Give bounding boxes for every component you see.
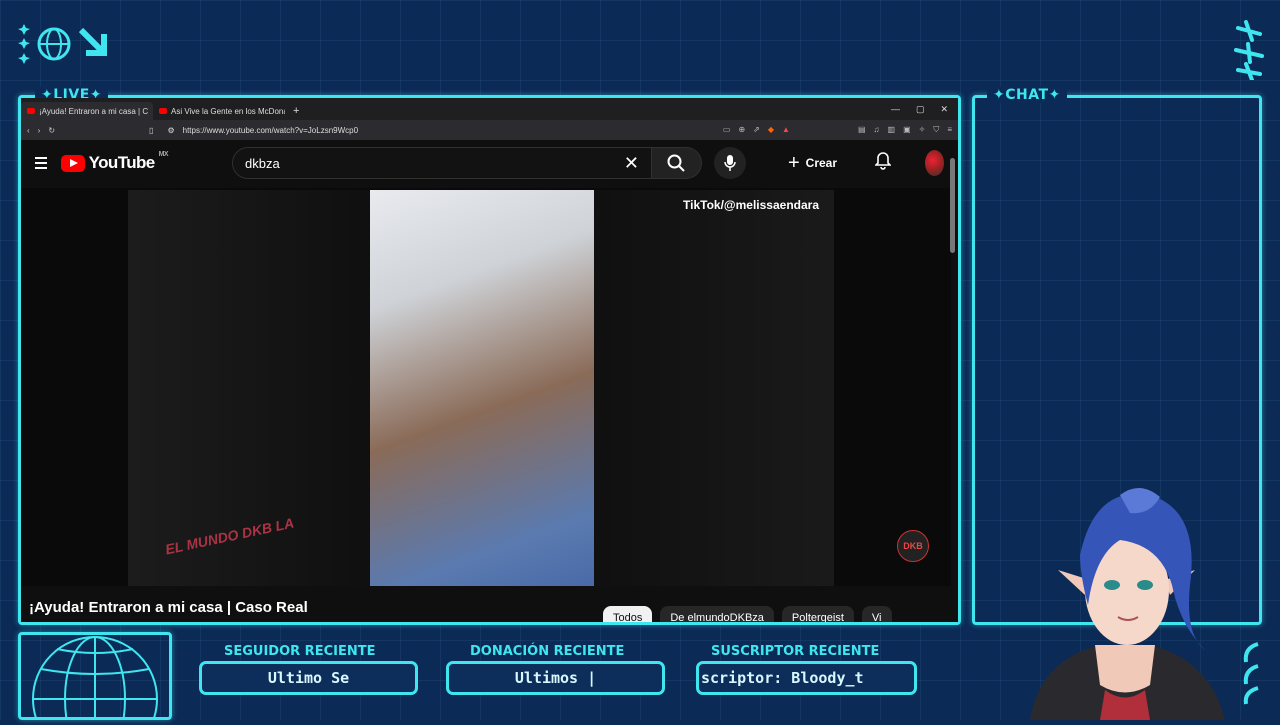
reload-icon[interactable]: ↻ <box>48 126 55 135</box>
tab-active[interactable]: ¡Ayuda! Entraron a mi casa | C ✕ <box>21 102 153 120</box>
subscriber-value: scriptor: Bloody_t <box>696 661 917 695</box>
video-player[interactable]: EL MUNDO DKB LA TikTok/@melissaendara DK… <box>21 188 951 586</box>
create-label: Crear <box>805 156 838 170</box>
url-text: https://www.youtube.com/watch?v=JoLzsn9W… <box>182 125 359 135</box>
youtube-favicon-icon <box>159 108 167 114</box>
zoom-icon[interactable]: ⊕ <box>738 125 745 135</box>
bell-icon <box>874 151 892 170</box>
vpn-icon[interactable]: ⛉ <box>933 125 939 135</box>
clear-search-icon[interactable]: ✕ <box>624 153 639 174</box>
tab-title: ¡Ayuda! Entraron a mi casa | C <box>39 106 149 116</box>
maximize-icon[interactable]: ▢ <box>916 104 925 115</box>
create-button[interactable]: + Crear <box>788 152 837 175</box>
site-settings-icon[interactable]: ⚙ <box>167 126 174 135</box>
minimize-icon[interactable]: — <box>891 104 900 115</box>
video-title: ¡Ayuda! Entraron a mi casa | Caso Real <box>29 599 308 616</box>
search-bar: dkbza ✕ <box>231 147 746 179</box>
country-code: MX <box>158 151 169 158</box>
search-icon <box>667 154 686 172</box>
globe-panel <box>18 632 172 720</box>
page-scrollbar[interactable] <box>950 158 955 253</box>
youtube-favicon-icon <box>27 108 35 114</box>
youtube-logo[interactable]: YouTube MX <box>60 151 169 173</box>
stream-logo <box>16 22 111 66</box>
account-avatar[interactable] <box>925 150 944 176</box>
tab-bar: ¡Ayuda! Entraron a mi casa | C ✕ Asi Viv… <box>21 98 958 120</box>
youtube-play-icon <box>60 154 85 172</box>
sidebar-icon[interactable]: ▥ <box>888 125 896 135</box>
search-button[interactable] <box>651 147 702 179</box>
microphone-icon <box>724 155 736 171</box>
dkb-badge: DKB <box>897 530 929 562</box>
chip-channel[interactable]: De elmundoDKBza <box>660 606 774 622</box>
subscriber-label: SUSCRIPTOR RECIENTE <box>711 644 880 659</box>
rewards-icon[interactable]: ▲ <box>782 125 790 135</box>
leo-icon[interactable]: ✧ <box>919 125 926 135</box>
tiktok-watermark: TikTok/@melissaendara <box>683 198 819 212</box>
tab-inactive[interactable]: Asi Vive la Gente en los McDonalds ✕ <box>153 102 285 120</box>
close-window-icon[interactable]: ✕ <box>940 104 948 115</box>
share-icon[interactable]: ⇗ <box>753 125 760 135</box>
sparkle-decoration-icon <box>1228 20 1270 82</box>
follower-label: SEGUIDOR RECIENTE <box>224 644 376 659</box>
brave-shield-icon[interactable]: ◆ <box>768 125 774 135</box>
bookmark-icon[interactable]: ▯ <box>149 126 153 135</box>
notifications-button[interactable] <box>874 151 892 175</box>
browser-menu-icon[interactable]: ≡ <box>947 125 952 135</box>
donation-value: Ultimos | <box>446 661 665 695</box>
channel-watermark-logo: EL MUNDO DKB LA <box>163 514 296 558</box>
search-input-value: dkbza <box>244 155 280 171</box>
vtuber-avatar <box>1000 485 1240 720</box>
extensions-toolbar: ▭ ⊕ ⇗ ◆ ▲ ▤ ♫ ▥ ▣ ✧ ⛉ ≡ <box>723 125 952 135</box>
voice-search-button[interactable] <box>713 147 746 179</box>
browser-window: ¡Ayuda! Entraron a mi casa | C ✕ Asi Viv… <box>21 98 958 622</box>
search-input[interactable]: dkbza ✕ <box>231 147 652 179</box>
globe-icon <box>32 636 158 717</box>
reader-icon[interactable]: ▤ <box>858 125 866 135</box>
cast-icon[interactable]: ▭ <box>723 125 731 135</box>
url-field[interactable]: ⚙ https://www.youtube.com/watch?v=JoLzsn… <box>161 123 714 137</box>
back-icon[interactable]: ‹ <box>27 126 30 135</box>
chip-poltergeist[interactable]: Poltergeist <box>781 606 854 622</box>
music-icon[interactable]: ♫ <box>874 125 880 135</box>
address-bar: ‹ › ↻ ▯ ⚙ https://www.youtube.com/watch?… <box>21 120 958 140</box>
chip-more[interactable]: Vi <box>861 606 892 622</box>
donation-label: DONACIÓN RECIENTE <box>470 644 625 659</box>
wallet-icon[interactable]: ▣ <box>903 125 911 135</box>
plus-icon: + <box>787 151 800 174</box>
hamburger-menu-icon[interactable] <box>35 157 47 169</box>
follower-value: Ultimo Se <box>199 661 418 695</box>
video-frame <box>370 190 594 586</box>
youtube-header: YouTube MX dkbza ✕ + Crear <box>21 140 958 186</box>
chat-label: ✦CHAT✦ <box>987 87 1067 103</box>
tab-title: Asi Vive la Gente en los McDonalds <box>171 106 285 116</box>
forward-icon[interactable]: › <box>38 126 41 135</box>
chip-todos[interactable]: Todos <box>603 606 653 622</box>
window-controls: — ▢ ✕ <box>881 104 958 120</box>
youtube-logo-text: YouTube <box>88 153 156 172</box>
new-tab-button[interactable]: + <box>293 105 299 117</box>
related-chips: Todos De elmundoDKBza Poltergeist Vi <box>603 606 892 622</box>
edge-decoration-icon <box>1240 640 1262 706</box>
